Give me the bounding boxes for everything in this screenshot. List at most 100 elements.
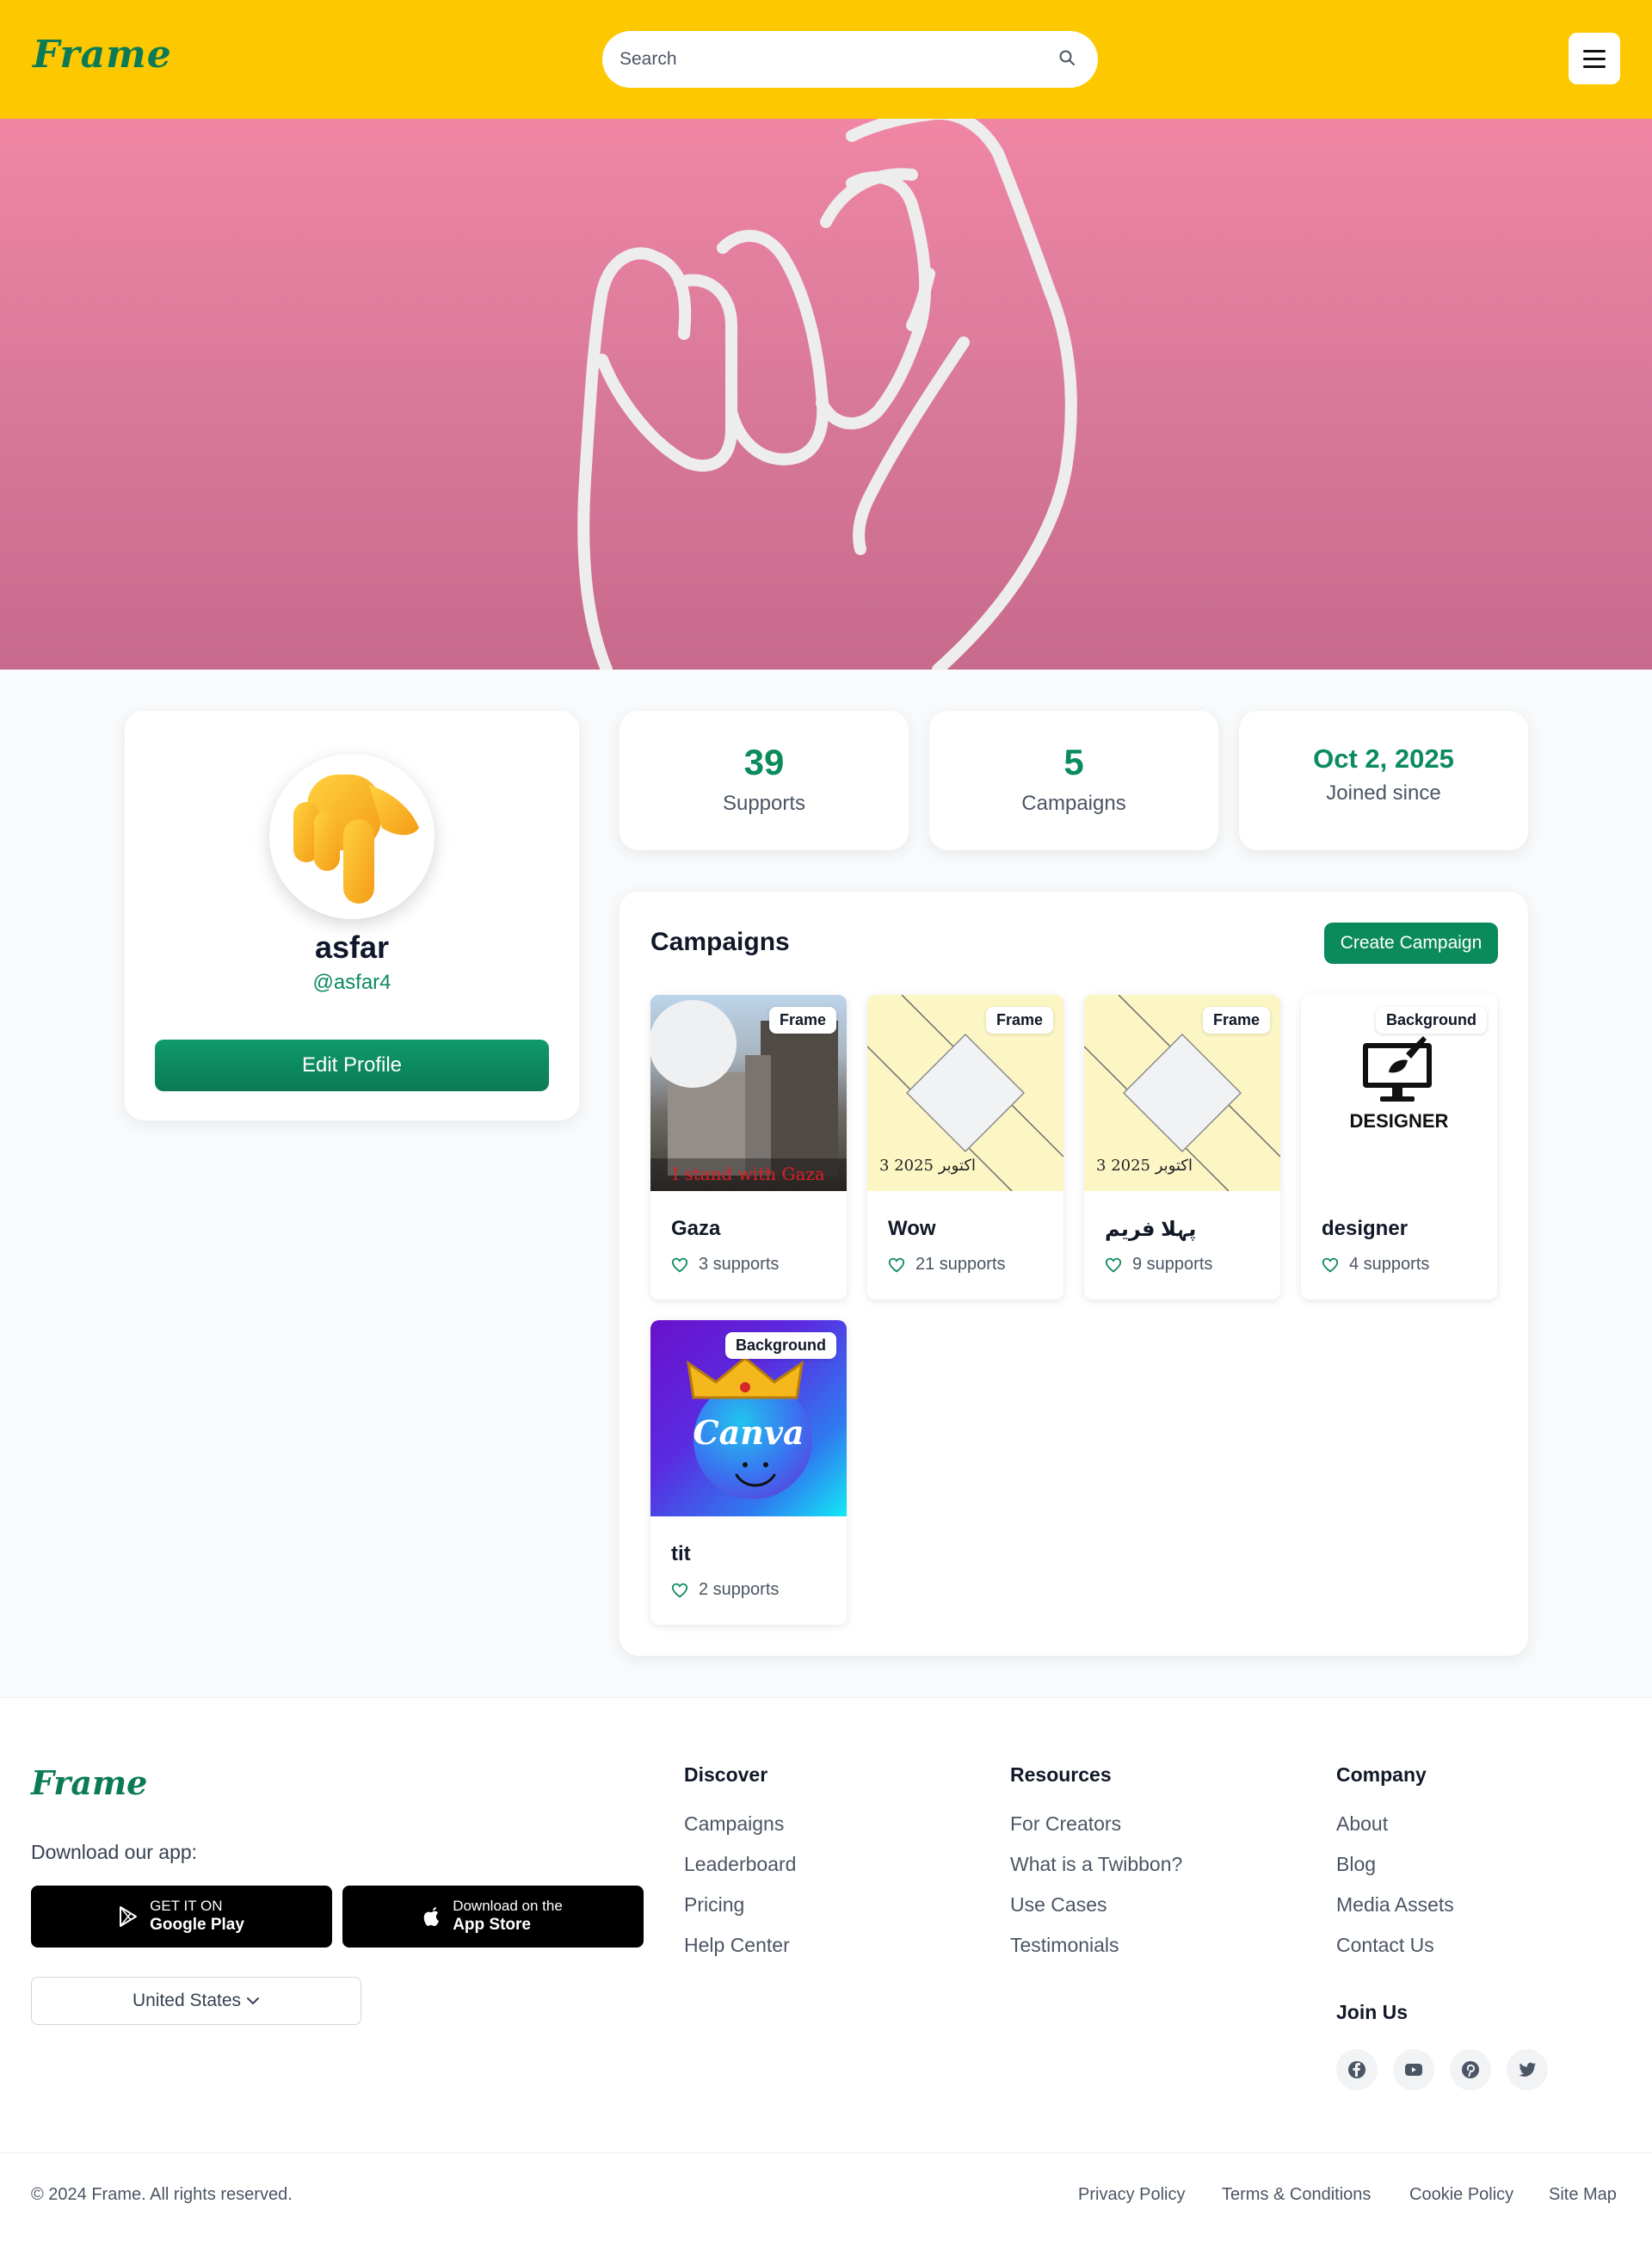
thumbnail-caption: Canva xyxy=(693,1413,804,1452)
heart-icon xyxy=(1105,1257,1122,1272)
google-play-icon xyxy=(120,1906,138,1927)
supports-count: 9 supports xyxy=(1132,1255,1213,1274)
footer: Frame Download our app: GET IT ON Google… xyxy=(0,1697,1652,2241)
store-small-text: Download on the xyxy=(453,1898,563,1915)
footer-link-for-creators[interactable]: For Creators xyxy=(1010,1812,1182,1836)
footer-logo[interactable]: Frame xyxy=(31,1763,147,1802)
footer-link-use-cases[interactable]: Use Cases xyxy=(1010,1893,1182,1917)
footer-link-twibbon[interactable]: What is a Twibbon? xyxy=(1010,1853,1182,1876)
campaign-supports: 9 supports xyxy=(1105,1255,1212,1275)
smile-icon xyxy=(735,1462,776,1487)
raised-fist-icon xyxy=(577,119,1077,670)
copyright: © 2024 Frame. All rights reserved. xyxy=(31,2185,293,2204)
campaign-thumbnail[interactable]: Canva Background xyxy=(650,1320,847,1516)
heart-icon xyxy=(888,1257,905,1272)
heart-icon xyxy=(671,1583,688,1597)
campaign-badge: Frame xyxy=(1202,1007,1270,1034)
supports-count: 4 supports xyxy=(1349,1255,1430,1274)
footer-link-campaigns[interactable]: Campaigns xyxy=(684,1812,796,1836)
footer-link-help-center[interactable]: Help Center xyxy=(684,1934,796,1957)
campaign-name: Gaza xyxy=(671,1217,721,1240)
country-select[interactable]: United States xyxy=(31,1977,361,2025)
campaign-supports: 3 supports xyxy=(671,1255,779,1275)
campaign-supports: 21 supports xyxy=(888,1255,1006,1275)
monitor-brush-icon xyxy=(1363,1036,1432,1102)
campaign-thumbnail[interactable]: I stand with Gaza Frame xyxy=(650,995,847,1191)
create-campaign-button[interactable]: Create Campaign xyxy=(1324,923,1498,964)
pointing-hand-icon xyxy=(293,775,419,904)
footer-column-resources: Resources For Creators What is a Twibbon… xyxy=(1010,1763,1182,1974)
campaign-thumbnail[interactable]: 3 اکتوبر 2025 Frame xyxy=(867,995,1063,1191)
app-store-button[interactable]: Download on the App Store xyxy=(342,1886,644,1948)
campaigns-panel: Campaigns Create Campaign I stand with G… xyxy=(620,892,1528,1656)
chevron-down-icon xyxy=(247,1997,260,2005)
twitter-icon[interactable] xyxy=(1507,2049,1548,2090)
campaign-card-wow[interactable]: 3 اکتوبر 2025 Frame Wow 21 supports xyxy=(867,995,1063,1300)
heart-icon xyxy=(671,1257,688,1272)
avatar[interactable] xyxy=(269,754,435,919)
join-us-heading: Join Us xyxy=(1336,2001,1409,2023)
campaign-name: tit xyxy=(671,1542,691,1565)
search-input[interactable] xyxy=(620,49,1058,70)
heart-icon xyxy=(1322,1257,1339,1272)
pinterest-icon[interactable] xyxy=(1450,2049,1491,2090)
top-navbar: Frame xyxy=(0,0,1652,119)
footer-link-leaderboard[interactable]: Leaderboard xyxy=(684,1853,796,1876)
footer-divider xyxy=(0,2152,1652,2153)
profile-card: asfar @asfar4 Edit Profile xyxy=(125,711,579,1120)
campaign-thumbnail[interactable]: 3 اکتوبر 2025 Frame xyxy=(1084,995,1280,1191)
store-big-text: App Store xyxy=(453,1915,531,1934)
search-bar[interactable] xyxy=(602,31,1098,88)
footer-link-contact-us[interactable]: Contact Us xyxy=(1336,1934,1454,1957)
footer-link-pricing[interactable]: Pricing xyxy=(684,1893,796,1917)
stat-value: Oct 2, 2025 xyxy=(1313,744,1454,774)
privacy-policy-link[interactable]: Privacy Policy xyxy=(1078,2185,1185,2205)
footer-link-about[interactable]: About xyxy=(1336,1812,1454,1836)
footer-heading: Resources xyxy=(1010,1763,1112,1786)
campaign-thumbnail[interactable]: DESIGNER Background xyxy=(1301,995,1497,1191)
footer-link-testimonials[interactable]: Testimonials xyxy=(1010,1934,1182,1957)
campaign-card-tit[interactable]: Canva Background tit 2 supports xyxy=(650,1320,847,1625)
campaign-name: پہلا فریم xyxy=(1105,1218,1197,1241)
google-play-button[interactable]: GET IT ON Google Play xyxy=(31,1886,332,1948)
thumbnail-caption: 3 اکتوبر 2025 xyxy=(1096,1157,1193,1175)
store-big-text: Google Play xyxy=(150,1915,244,1934)
campaign-badge: Background xyxy=(724,1332,836,1359)
stat-label: Campaigns xyxy=(1021,792,1126,815)
campaign-supports: 2 supports xyxy=(671,1580,779,1600)
stat-value: 5 xyxy=(1063,742,1084,782)
country-value: United States xyxy=(132,1991,242,2010)
supports-count: 21 supports xyxy=(915,1255,1006,1274)
campaign-card-designer[interactable]: DESIGNER Background designer 4 supports xyxy=(1301,995,1497,1300)
hamburger-menu-icon[interactable] xyxy=(1569,33,1620,84)
cookie-policy-link[interactable]: Cookie Policy xyxy=(1409,2185,1513,2205)
campaigns-title: Campaigns xyxy=(650,928,790,956)
stat-value: 39 xyxy=(743,742,785,782)
store-small-text: GET IT ON xyxy=(150,1898,223,1915)
terms-link[interactable]: Terms & Conditions xyxy=(1222,2185,1371,2205)
stat-label: Joined since xyxy=(1326,781,1441,805)
facebook-icon[interactable] xyxy=(1336,2049,1378,2090)
footer-link-blog[interactable]: Blog xyxy=(1336,1853,1454,1876)
download-label: Download our app: xyxy=(31,1841,198,1863)
stat-label: Supports xyxy=(722,792,806,815)
stat-campaigns: 5 Campaigns xyxy=(929,711,1218,850)
frame-logo[interactable]: Frame xyxy=(33,33,172,77)
apple-icon xyxy=(423,1907,440,1926)
campaign-name: Wow xyxy=(888,1217,936,1240)
footer-heading: Company xyxy=(1336,1763,1427,1786)
site-map-link[interactable]: Site Map xyxy=(1549,2185,1617,2205)
profile-banner xyxy=(0,119,1652,670)
campaign-card-pehla-frame[interactable]: 3 اکتوبر 2025 Frame پہلا فریم 9 supports xyxy=(1084,995,1280,1300)
footer-column-company: Company About Blog Media Assets Contact … xyxy=(1336,1763,1454,1974)
campaign-name: designer xyxy=(1322,1217,1409,1240)
footer-link-media-assets[interactable]: Media Assets xyxy=(1336,1893,1454,1917)
campaign-supports: 4 supports xyxy=(1322,1255,1429,1275)
campaign-card-gaza[interactable]: I stand with Gaza Frame Gaza 3 supports xyxy=(650,995,847,1300)
campaign-badge: Frame xyxy=(768,1007,836,1034)
profile-handle: @asfar4 xyxy=(312,971,391,994)
edit-profile-button[interactable]: Edit Profile xyxy=(155,1040,549,1091)
youtube-icon[interactable] xyxy=(1393,2049,1434,2090)
thumbnail-caption: DESIGNER xyxy=(1349,1110,1449,1132)
search-icon[interactable] xyxy=(1058,49,1076,71)
